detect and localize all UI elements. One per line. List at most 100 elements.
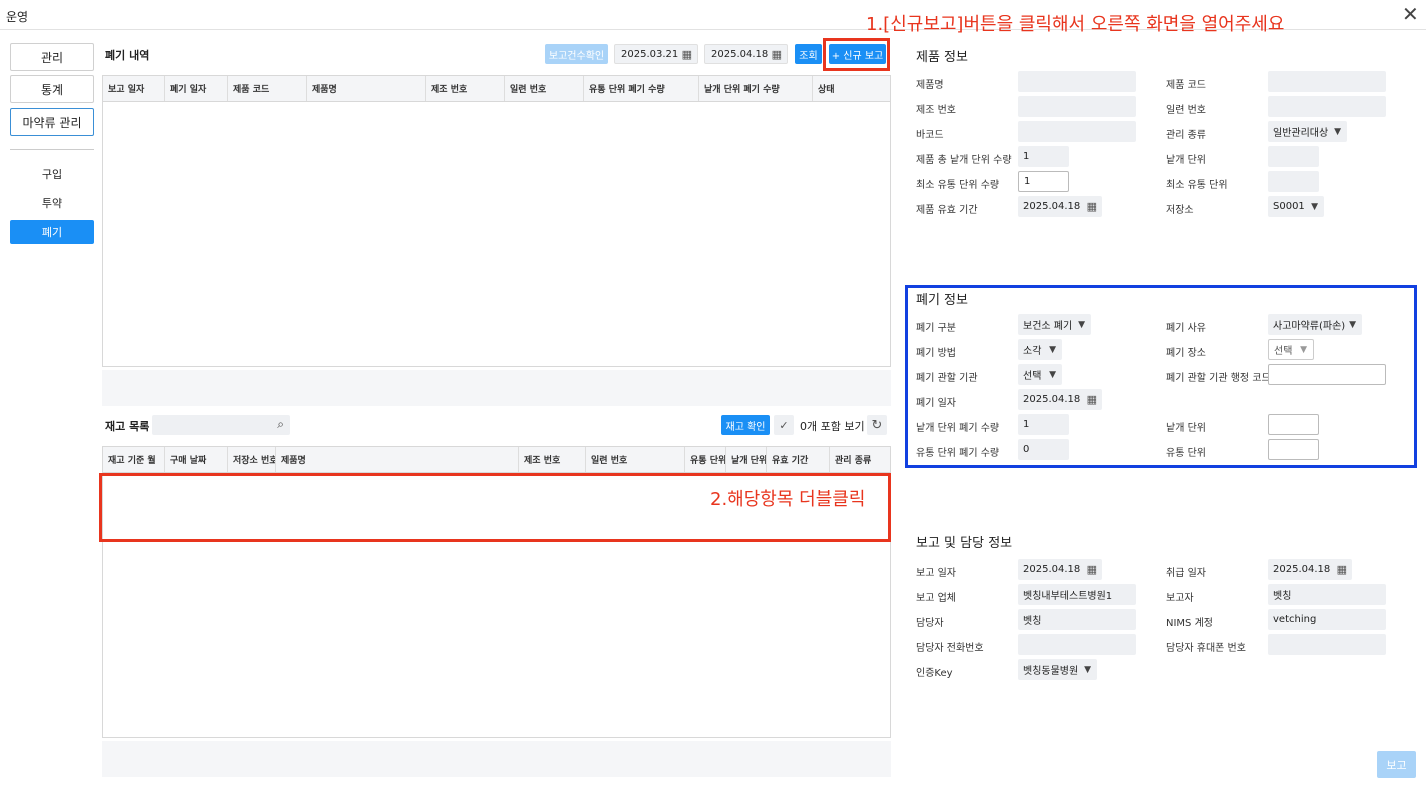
nav-manage[interactable]: 관리 (10, 43, 94, 71)
step1-annotation: 1.[신규보고]버튼을 클릭해서 오른쪽 화면을 열어주세요 (866, 14, 1285, 35)
chevron-down-icon: ▼ (1334, 126, 1341, 137)
disposal-info-title: 폐기 정보 (916, 293, 968, 308)
date-from-field[interactable]: 2025.03.21 ▦ (614, 44, 698, 64)
nav-purchase[interactable]: 구입 (10, 162, 94, 186)
mobile-field (1268, 634, 1386, 655)
disposal-table-footer (102, 370, 891, 406)
col-header[interactable]: 관리 종류 (830, 447, 890, 472)
col-header[interactable]: 저장소 번호 (228, 447, 276, 472)
label-mobile: 담당자 휴대폰 번호 (1166, 643, 1246, 654)
label-barcode: 바코드 (916, 130, 944, 141)
label-mfg-no: 제조 번호 (916, 105, 956, 116)
col-header[interactable]: 유효 기간 (767, 447, 830, 472)
col-header[interactable]: 제조 번호 (426, 76, 505, 101)
mgmt-type-select[interactable]: 일반관리대상 ▼ (1268, 121, 1347, 142)
label-unit: 낱개 단위 (1166, 155, 1206, 166)
label-manager: 담당자 (916, 618, 944, 629)
disposal-unit-input[interactable] (1268, 414, 1319, 435)
calendar-icon[interactable]: ▦ (1087, 200, 1097, 213)
col-header[interactable]: 유통 단위 (685, 447, 726, 472)
chevron-down-icon: ▼ (1349, 319, 1356, 330)
window-title: 운영 (6, 10, 29, 24)
label-authority: 폐기 관할 기관 (916, 373, 978, 384)
col-header[interactable]: 폐기 일자 (165, 76, 228, 101)
col-header[interactable]: 제품명 (307, 76, 426, 101)
col-header[interactable]: 낱개 단위 폐기 수량 (699, 76, 813, 101)
label-storage: 저장소 (1166, 205, 1194, 216)
col-header[interactable]: 상태 (813, 76, 890, 101)
key-select[interactable]: 벳칭동물병원 ▼ (1018, 659, 1097, 680)
stock-search-input[interactable]: ⌕ (152, 415, 290, 435)
manager-field: 벳칭 (1018, 609, 1136, 630)
col-header[interactable]: 제품 코드 (228, 76, 307, 101)
handle-date-field[interactable]: 2025.04.18 ▦ (1268, 559, 1352, 580)
nav-stats[interactable]: 통계 (10, 75, 94, 103)
include-zero-checkbox[interactable]: ✓ (774, 415, 794, 435)
col-header[interactable]: 제조 번호 (519, 447, 586, 472)
company-field: 벳칭내부테스트병원1 (1018, 584, 1136, 605)
method-select[interactable]: 소각 ▼ (1018, 339, 1062, 360)
label-dist-unit: 유통 단위 (1166, 448, 1206, 459)
close-icon[interactable]: ✕ (1402, 4, 1419, 24)
place-select[interactable]: 선택 ▼ (1268, 339, 1314, 360)
label-serial-no: 일련 번호 (1166, 105, 1206, 116)
label-unit-qty: 낱개 단위 폐기 수량 (916, 423, 1000, 434)
new-report-button[interactable]: + 신규 보고 (829, 44, 886, 64)
label-handle-date: 취급 일자 (1166, 568, 1206, 579)
nav-disposal[interactable]: 폐기 (10, 220, 94, 244)
total-units-field: 1 (1018, 146, 1069, 167)
label-method: 폐기 방법 (916, 348, 956, 359)
chevron-down-icon: ▼ (1300, 344, 1307, 355)
reporter-field: 벳칭 (1268, 584, 1386, 605)
col-header[interactable]: 재고 기준 월 (103, 447, 165, 472)
report-date-field[interactable]: 2025.04.18 ▦ (1018, 559, 1102, 580)
disposal-date-field[interactable]: 2025.04.18 ▦ (1018, 389, 1102, 410)
calendar-icon[interactable]: ▦ (1087, 563, 1097, 576)
authority-select[interactable]: 선택 ▼ (1018, 364, 1062, 385)
barcode-field (1018, 121, 1136, 142)
label-mgmt-type: 관리 종류 (1166, 130, 1206, 141)
report-info-title: 보고 및 담당 정보 (916, 536, 1013, 551)
product-name-field (1018, 71, 1136, 92)
col-header[interactable]: 유통 단위 폐기 수량 (584, 76, 699, 101)
storage-select[interactable]: S0001 ▼ (1268, 196, 1324, 217)
calendar-icon[interactable]: ▦ (1337, 563, 1347, 576)
refresh-icon[interactable]: ↻ (867, 415, 887, 435)
calendar-icon[interactable]: ▦ (682, 48, 692, 61)
col-header[interactable]: 구매 날짜 (165, 447, 228, 472)
col-header[interactable]: 제품명 (276, 447, 519, 472)
search-icon[interactable]: ⌕ (277, 417, 284, 432)
col-header[interactable]: 보고 일자 (103, 76, 165, 101)
stock-table-header: 재고 기준 월 구매 날짜 저장소 번호 제품명 제조 번호 일련 번호 유통 … (103, 447, 890, 473)
nav-narcotics[interactable]: 마약류 관리 (10, 108, 94, 136)
label-disposal-unit: 낱개 단위 (1166, 423, 1206, 434)
label-category: 폐기 구분 (916, 323, 956, 334)
category-select[interactable]: 보건소 폐기 ▼ (1018, 314, 1091, 335)
stock-confirm-button[interactable]: 재고 확인 (721, 415, 770, 435)
label-company: 보고 업체 (916, 593, 956, 604)
label-place: 폐기 장소 (1166, 348, 1206, 359)
authority-code-input[interactable] (1268, 364, 1386, 385)
disposal-table: 보고 일자 폐기 일자 제품 코드 제품명 제조 번호 일련 번호 유통 단위 … (102, 75, 891, 367)
min-dist-qty-input[interactable]: 1 (1018, 171, 1069, 192)
unit-qty-field: 1 (1018, 414, 1069, 435)
calendar-icon[interactable]: ▦ (1087, 393, 1097, 406)
label-min-dist-unit: 최소 유통 단위 (1166, 180, 1228, 191)
label-phone: 담당자 전화번호 (916, 643, 984, 654)
col-header[interactable]: 일련 번호 (505, 76, 584, 101)
label-dist-qty: 유통 단위 폐기 수량 (916, 448, 1000, 459)
nav-dosage[interactable]: 투약 (10, 191, 94, 215)
col-header[interactable]: 일련 번호 (586, 447, 685, 472)
report-submit-button[interactable]: 보고 (1377, 751, 1416, 778)
col-header[interactable]: 낱개 단위 (726, 447, 767, 472)
mfg-no-field (1018, 96, 1136, 117)
reason-select[interactable]: 사고마약류(파손) ▼ (1268, 314, 1362, 335)
expiry-date-field[interactable]: 2025.04.18 ▦ (1018, 196, 1102, 217)
search-button[interactable]: 조회 (795, 44, 822, 64)
date-to-field[interactable]: 2025.04.18 ▦ (704, 44, 788, 64)
dist-unit-input[interactable] (1268, 439, 1319, 460)
label-disposal-date: 폐기 일자 (916, 398, 956, 409)
calendar-icon[interactable]: ▦ (772, 48, 782, 61)
report-count-button[interactable]: 보고건수확인 (545, 44, 608, 64)
chevron-down-icon: ▼ (1084, 664, 1091, 675)
